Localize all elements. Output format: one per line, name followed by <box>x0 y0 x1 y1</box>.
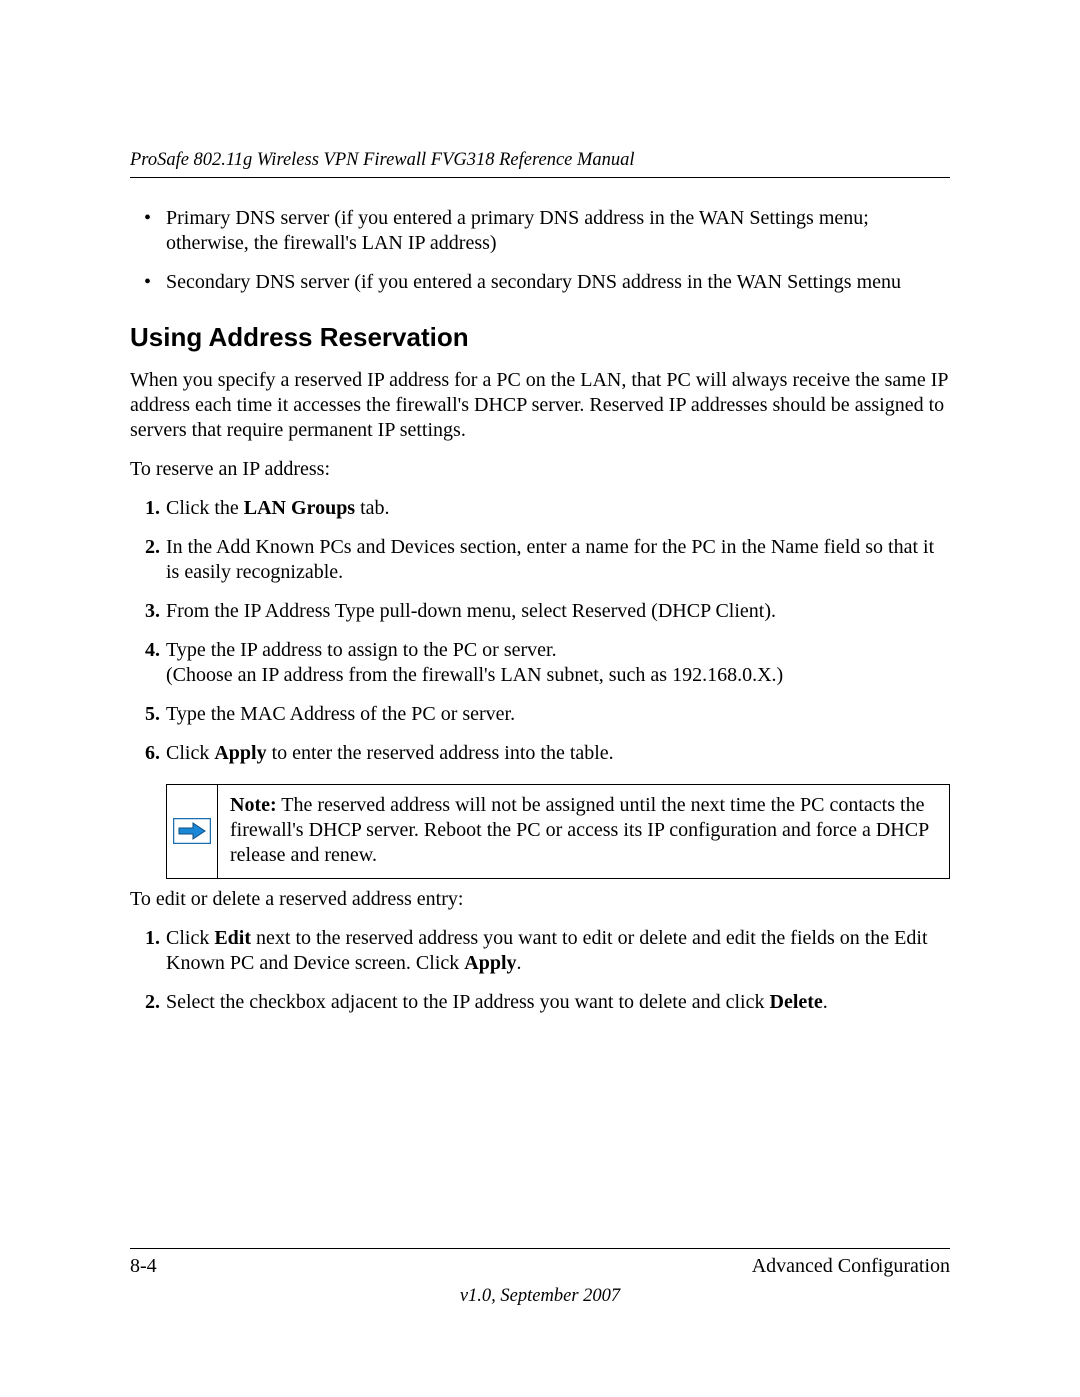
list-item: 6. Click Apply to enter the reserved add… <box>166 741 950 766</box>
procedure-lead: To reserve an IP address: <box>130 457 950 482</box>
edit-lead: To edit or delete a reserved address ent… <box>130 887 950 912</box>
step-text-p3: . <box>517 952 522 974</box>
step-number: 6. <box>130 741 160 766</box>
numbered-list-edit: 1. Click Edit next to the reserved addre… <box>130 926 950 1015</box>
list-item: 3. From the IP Address Type pull-down me… <box>166 599 950 624</box>
intro-paragraph: When you specify a reserved IP address f… <box>130 368 950 443</box>
step-text-line2: (Choose an IP address from the firewall'… <box>166 664 783 686</box>
step-number: 3. <box>130 599 160 624</box>
step-text: In the Add Known PCs and Devices section… <box>166 536 934 583</box>
footer-rule: 8-4 Advanced Configuration <box>130 1248 950 1278</box>
document-page: ProSafe 802.11g Wireless VPN Firewall FV… <box>0 0 1080 1397</box>
page-number: 8-4 <box>130 1255 157 1278</box>
bullet-list: Primary DNS server (if you entered a pri… <box>130 206 950 295</box>
note-label: Note: <box>230 794 277 816</box>
step-number: 5. <box>130 702 160 727</box>
step-number: 1. <box>130 926 160 951</box>
list-item: 5. Type the MAC Address of the PC or ser… <box>166 702 950 727</box>
step-text-post: tab. <box>355 497 389 519</box>
note-box: Note: The reserved address will not be a… <box>166 784 950 879</box>
step-number: 4. <box>130 638 160 663</box>
step-text-pre: Click the <box>166 497 244 519</box>
list-item: 4. Type the IP address to assign to the … <box>166 638 950 688</box>
step-text-pre: Click <box>166 742 214 764</box>
step-text-b2: Apply <box>464 952 516 974</box>
step-text-p2: . <box>823 991 828 1013</box>
numbered-list: 1. Click the LAN Groups tab. 2. In the A… <box>130 496 950 766</box>
arrow-right-icon <box>173 818 211 844</box>
list-item: 1. Click Edit next to the reserved addre… <box>166 926 950 976</box>
footer-version: v1.0, September 2007 <box>130 1286 950 1307</box>
step-text-bold: Apply <box>214 742 266 764</box>
step-text: From the IP Address Type pull-down menu,… <box>166 600 776 622</box>
doc-title: ProSafe 802.11g Wireless VPN Firewall FV… <box>130 150 635 170</box>
note-body: The reserved address will not be assigne… <box>230 794 928 866</box>
step-text-b1: Edit <box>214 927 251 949</box>
list-item: Secondary DNS server (if you entered a s… <box>166 270 950 295</box>
note-text: Note: The reserved address will not be a… <box>218 785 949 878</box>
step-text-p1: Select the checkbox adjacent to the IP a… <box>166 991 770 1013</box>
list-item: 2. Select the checkbox adjacent to the I… <box>166 990 950 1015</box>
step-number: 2. <box>130 535 160 560</box>
page-header: ProSafe 802.11g Wireless VPN Firewall FV… <box>130 150 950 178</box>
step-text-bold: LAN Groups <box>244 497 355 519</box>
chapter-title: Advanced Configuration <box>752 1255 950 1278</box>
step-text-b1: Delete <box>770 991 823 1013</box>
page-footer: 8-4 Advanced Configuration v1.0, Septemb… <box>130 1248 950 1307</box>
step-text-post: to enter the reserved address into the t… <box>267 742 614 764</box>
step-text-line1: Type the IP address to assign to the PC … <box>166 639 557 661</box>
note-icon-cell <box>167 785 218 878</box>
list-item: Primary DNS server (if you entered a pri… <box>166 206 950 256</box>
step-text-p2: next to the reserved address you want to… <box>166 927 928 974</box>
list-item: 1. Click the LAN Groups tab. <box>166 496 950 521</box>
step-number: 2. <box>130 990 160 1015</box>
list-item: 2. In the Add Known PCs and Devices sect… <box>166 535 950 585</box>
step-text: Type the MAC Address of the PC or server… <box>166 703 515 725</box>
step-number: 1. <box>130 496 160 521</box>
step-text-p1: Click <box>166 927 214 949</box>
page-body: Primary DNS server (if you entered a pri… <box>130 206 950 1015</box>
section-heading: Using Address Reservation <box>130 321 950 354</box>
